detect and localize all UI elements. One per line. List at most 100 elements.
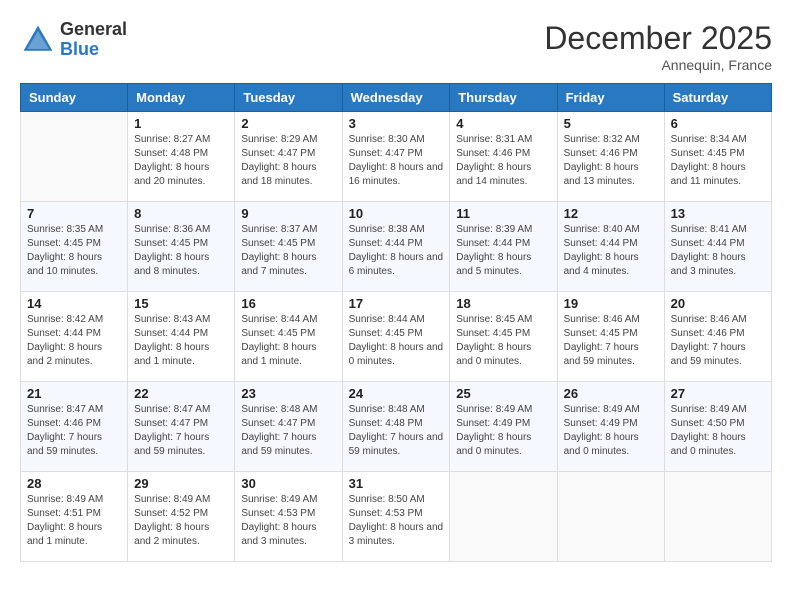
calendar-cell — [557, 472, 664, 562]
calendar-cell: 12 Sunrise: 8:40 AMSunset: 4:44 PMDayligh… — [557, 202, 664, 292]
day-info: Sunrise: 8:31 AMSunset: 4:46 PMDaylight:… — [456, 133, 550, 189]
calendar-week-row: 21 Sunrise: 8:47 AMSunset: 4:46 PMDayligh… — [21, 382, 772, 472]
day-info: Sunrise: 8:29 AMSunset: 4:47 PMDaylight:… — [241, 133, 335, 189]
day-number: 25 — [456, 386, 550, 401]
calendar-cell: 13 Sunrise: 8:41 AMSunset: 4:44 PMDayligh… — [664, 202, 771, 292]
calendar-cell: 9 Sunrise: 8:37 AMSunset: 4:45 PMDaylight… — [235, 202, 342, 292]
day-number: 7 — [27, 206, 121, 221]
day-number: 15 — [134, 296, 228, 311]
day-info: Sunrise: 8:47 AMSunset: 4:46 PMDaylight:… — [27, 403, 121, 459]
day-of-week-header: Sunday — [21, 84, 128, 112]
day-info: Sunrise: 8:49 AMSunset: 4:51 PMDaylight:… — [27, 493, 121, 549]
title-block: December 2025 Annequin, France — [544, 20, 772, 73]
calendar-week-row: 7 Sunrise: 8:35 AMSunset: 4:45 PMDaylight… — [21, 202, 772, 292]
day-of-week-header: Wednesday — [342, 84, 450, 112]
calendar-cell: 28 Sunrise: 8:49 AMSunset: 4:51 PMDayligh… — [21, 472, 128, 562]
logo: General Blue — [20, 20, 127, 60]
day-info: Sunrise: 8:48 AMSunset: 4:47 PMDaylight:… — [241, 403, 335, 459]
day-info: Sunrise: 8:44 AMSunset: 4:45 PMDaylight:… — [349, 313, 444, 369]
day-number: 28 — [27, 476, 121, 491]
day-number: 26 — [564, 386, 658, 401]
day-info: Sunrise: 8:49 AMSunset: 4:49 PMDaylight:… — [456, 403, 550, 459]
day-info: Sunrise: 8:37 AMSunset: 4:45 PMDaylight:… — [241, 223, 335, 279]
day-number: 2 — [241, 116, 335, 131]
day-number: 16 — [241, 296, 335, 311]
day-of-week-header: Thursday — [450, 84, 557, 112]
calendar-cell: 5Sunrise: 8:32 AMSunset: 4:46 PMDaylight… — [557, 112, 664, 202]
day-info: Sunrise: 8:49 AMSunset: 4:50 PMDaylight:… — [671, 403, 765, 459]
day-info: Sunrise: 8:48 AMSunset: 4:48 PMDaylight:… — [349, 403, 444, 459]
day-number: 6 — [671, 116, 765, 131]
day-info: Sunrise: 8:34 AMSunset: 4:45 PMDaylight:… — [671, 133, 765, 189]
day-number: 19 — [564, 296, 658, 311]
day-number: 4 — [456, 116, 550, 131]
calendar-cell: 8 Sunrise: 8:36 AMSunset: 4:45 PMDaylight… — [128, 202, 235, 292]
day-number: 21 — [27, 386, 121, 401]
calendar-cell: 27 Sunrise: 8:49 AMSunset: 4:50 PMDayligh… — [664, 382, 771, 472]
calendar-cell: 30 Sunrise: 8:49 AMSunset: 4:53 PMDayligh… — [235, 472, 342, 562]
calendar-cell: 4 Sunrise: 8:31 AMSunset: 4:46 PMDaylight… — [450, 112, 557, 202]
day-info: Sunrise: 8:44 AMSunset: 4:45 PMDaylight:… — [241, 313, 335, 369]
day-number: 24 — [349, 386, 444, 401]
calendar-cell: 29 Sunrise: 8:49 AMSunset: 4:52 PMDayligh… — [128, 472, 235, 562]
day-info: Sunrise: 8:50 AMSunset: 4:53 PMDaylight:… — [349, 493, 444, 549]
day-info: Sunrise: 8:45 AMSunset: 4:45 PMDaylight:… — [456, 313, 550, 369]
day-info: Sunrise: 8:49 AMSunset: 4:49 PMDaylight:… — [564, 403, 658, 459]
calendar-cell: 6 Sunrise: 8:34 AMSunset: 4:45 PMDaylight… — [664, 112, 771, 202]
calendar-cell: 22 Sunrise: 8:47 AMSunset: 4:47 PMDayligh… — [128, 382, 235, 472]
calendar-cell: 2 Sunrise: 8:29 AMSunset: 4:47 PMDaylight… — [235, 112, 342, 202]
day-number: 13 — [671, 206, 765, 221]
calendar-week-row: 14 Sunrise: 8:42 AMSunset: 4:44 PMDayligh… — [21, 292, 772, 382]
day-number: 27 — [671, 386, 765, 401]
day-info: Sunrise: 8:49 AMSunset: 4:52 PMDaylight:… — [134, 493, 228, 549]
calendar-cell — [664, 472, 771, 562]
calendar-cell: 16 Sunrise: 8:44 AMSunset: 4:45 PMDayligh… — [235, 292, 342, 382]
day-info: Sunrise: 8:41 AMSunset: 4:44 PMDaylight:… — [671, 223, 765, 279]
logo-icon — [20, 22, 56, 58]
day-number: 29 — [134, 476, 228, 491]
day-info: Sunrise: 8:42 AMSunset: 4:44 PMDaylight:… — [27, 313, 121, 369]
calendar-cell: 23Sunrise: 8:48 AMSunset: 4:47 PMDayligh… — [235, 382, 342, 472]
calendar-cell: 24 Sunrise: 8:48 AMSunset: 4:48 PMDayligh… — [342, 382, 450, 472]
calendar-cell: 19Sunrise: 8:46 AMSunset: 4:45 PMDayligh… — [557, 292, 664, 382]
day-number: 22 — [134, 386, 228, 401]
calendar-cell: 21 Sunrise: 8:47 AMSunset: 4:46 PMDayligh… — [21, 382, 128, 472]
calendar-cell — [450, 472, 557, 562]
calendar-cell: 1 Sunrise: 8:27 AMSunset: 4:48 PMDaylight… — [128, 112, 235, 202]
calendar-cell: 10Sunrise: 8:38 AMSunset: 4:44 PMDayligh… — [342, 202, 450, 292]
day-number: 8 — [134, 206, 228, 221]
calendar-cell: 3 Sunrise: 8:30 AMSunset: 4:47 PMDaylight… — [342, 112, 450, 202]
day-info: Sunrise: 8:39 AMSunset: 4:44 PMDaylight:… — [456, 223, 550, 279]
day-number: 1 — [134, 116, 228, 131]
logo-general-text: General — [60, 19, 127, 39]
calendar-week-row: 28 Sunrise: 8:49 AMSunset: 4:51 PMDayligh… — [21, 472, 772, 562]
day-info: Sunrise: 8:47 AMSunset: 4:47 PMDaylight:… — [134, 403, 228, 459]
day-number: 30 — [241, 476, 335, 491]
day-number: 10 — [349, 206, 444, 221]
calendar-cell: 25 Sunrise: 8:49 AMSunset: 4:49 PMDayligh… — [450, 382, 557, 472]
day-number: 9 — [241, 206, 335, 221]
day-info: Sunrise: 8:32 AMSunset: 4:46 PMDaylight:… — [564, 133, 658, 189]
calendar-week-row: 1 Sunrise: 8:27 AMSunset: 4:48 PMDaylight… — [21, 112, 772, 202]
calendar-header-row: SundayMondayTuesdayWednesdayThursdayFrid… — [21, 84, 772, 112]
day-number: 11 — [456, 206, 550, 221]
location: Annequin, France — [544, 57, 772, 73]
day-info: Sunrise: 8:30 AMSunset: 4:47 PMDaylight:… — [349, 133, 444, 189]
day-of-week-header: Saturday — [664, 84, 771, 112]
day-info: Sunrise: 8:36 AMSunset: 4:45 PMDaylight:… — [134, 223, 228, 279]
calendar-cell: 14 Sunrise: 8:42 AMSunset: 4:44 PMDayligh… — [21, 292, 128, 382]
day-info: Sunrise: 8:35 AMSunset: 4:45 PMDaylight:… — [27, 223, 121, 279]
calendar-cell: 11 Sunrise: 8:39 AMSunset: 4:44 PMDayligh… — [450, 202, 557, 292]
day-number: 3 — [349, 116, 444, 131]
day-info: Sunrise: 8:40 AMSunset: 4:44 PMDaylight:… — [564, 223, 658, 279]
day-number: 12 — [564, 206, 658, 221]
calendar-cell: 20Sunrise: 8:46 AMSunset: 4:46 PMDayligh… — [664, 292, 771, 382]
calendar-cell: 31Sunrise: 8:50 AMSunset: 4:53 PMDayligh… — [342, 472, 450, 562]
calendar-cell — [21, 112, 128, 202]
day-number: 17 — [349, 296, 444, 311]
logo-blue-text: Blue — [60, 39, 99, 59]
calendar-cell: 7 Sunrise: 8:35 AMSunset: 4:45 PMDaylight… — [21, 202, 128, 292]
day-info: Sunrise: 8:27 AMSunset: 4:48 PMDaylight:… — [134, 133, 228, 189]
day-number: 14 — [27, 296, 121, 311]
day-info: Sunrise: 8:49 AMSunset: 4:53 PMDaylight:… — [241, 493, 335, 549]
